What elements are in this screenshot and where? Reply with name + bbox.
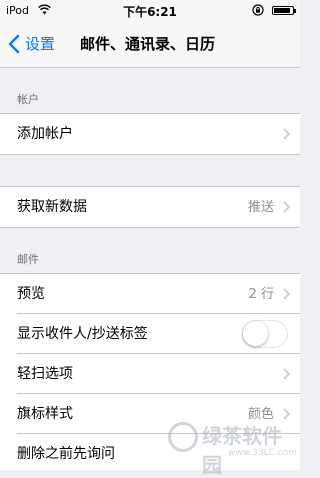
watermark-tea-icon <box>168 422 198 452</box>
chevron-right-icon <box>283 288 290 300</box>
chevron-left-icon <box>8 34 20 54</box>
chevron-right-icon <box>283 201 290 213</box>
cell-fetch-new-data[interactable]: 获取新数据 推送 <box>0 187 300 227</box>
status-bar: iPod 下午6:21 <box>0 0 300 20</box>
rotation-lock-icon <box>252 4 264 16</box>
divider <box>0 154 300 155</box>
cell-preview-value: 2 行 <box>248 287 274 302</box>
back-button[interactable]: 设置 <box>8 32 55 56</box>
chevron-right-icon <box>283 368 290 380</box>
chevron-right-icon <box>283 128 290 140</box>
section-header-accounts-label: 帐户 <box>17 93 39 106</box>
navigation-bar: 设置 邮件、通讯录、日历 <box>0 20 300 68</box>
show-to-cc-toggle[interactable] <box>242 320 288 348</box>
section-header-mail-label: 邮件 <box>17 253 39 266</box>
back-button-label: 设置 <box>25 35 56 53</box>
cell-preview-label: 预览 <box>17 286 45 302</box>
section-header-mail: 邮件 <box>0 228 300 273</box>
watermark-url: www.33LC.com <box>228 448 297 458</box>
cell-fetch-new-data-label: 获取新数据 <box>17 199 87 215</box>
cell-fetch-new-data-value: 推送 <box>247 200 274 215</box>
cell-swipe-options-label: 轻扫选项 <box>17 366 73 382</box>
page-title: 邮件、通讯录、日历 <box>80 35 216 53</box>
cell-preview[interactable]: 预览 2 行 <box>0 274 300 314</box>
section-header-accounts: 帐户 <box>0 68 300 113</box>
battery-icon <box>272 6 296 15</box>
watermark-logo: 绿茶软件园 www.33LC.com <box>168 418 298 477</box>
cell-swipe-options[interactable]: 轻扫选项 <box>0 354 300 394</box>
cell-add-account[interactable]: 添加帐户 <box>0 114 300 154</box>
cell-show-to-cc-label: 显示收件人/抄送标签 <box>17 326 148 342</box>
cell-flag-style-label: 旗标样式 <box>17 406 73 422</box>
cell-add-account-label: 添加帐户 <box>17 126 73 142</box>
cell-show-to-cc: 显示收件人/抄送标签 <box>0 314 300 354</box>
cell-ask-before-delete-label: 删除之前先询问 <box>17 446 115 462</box>
toggle-knob <box>243 321 268 346</box>
